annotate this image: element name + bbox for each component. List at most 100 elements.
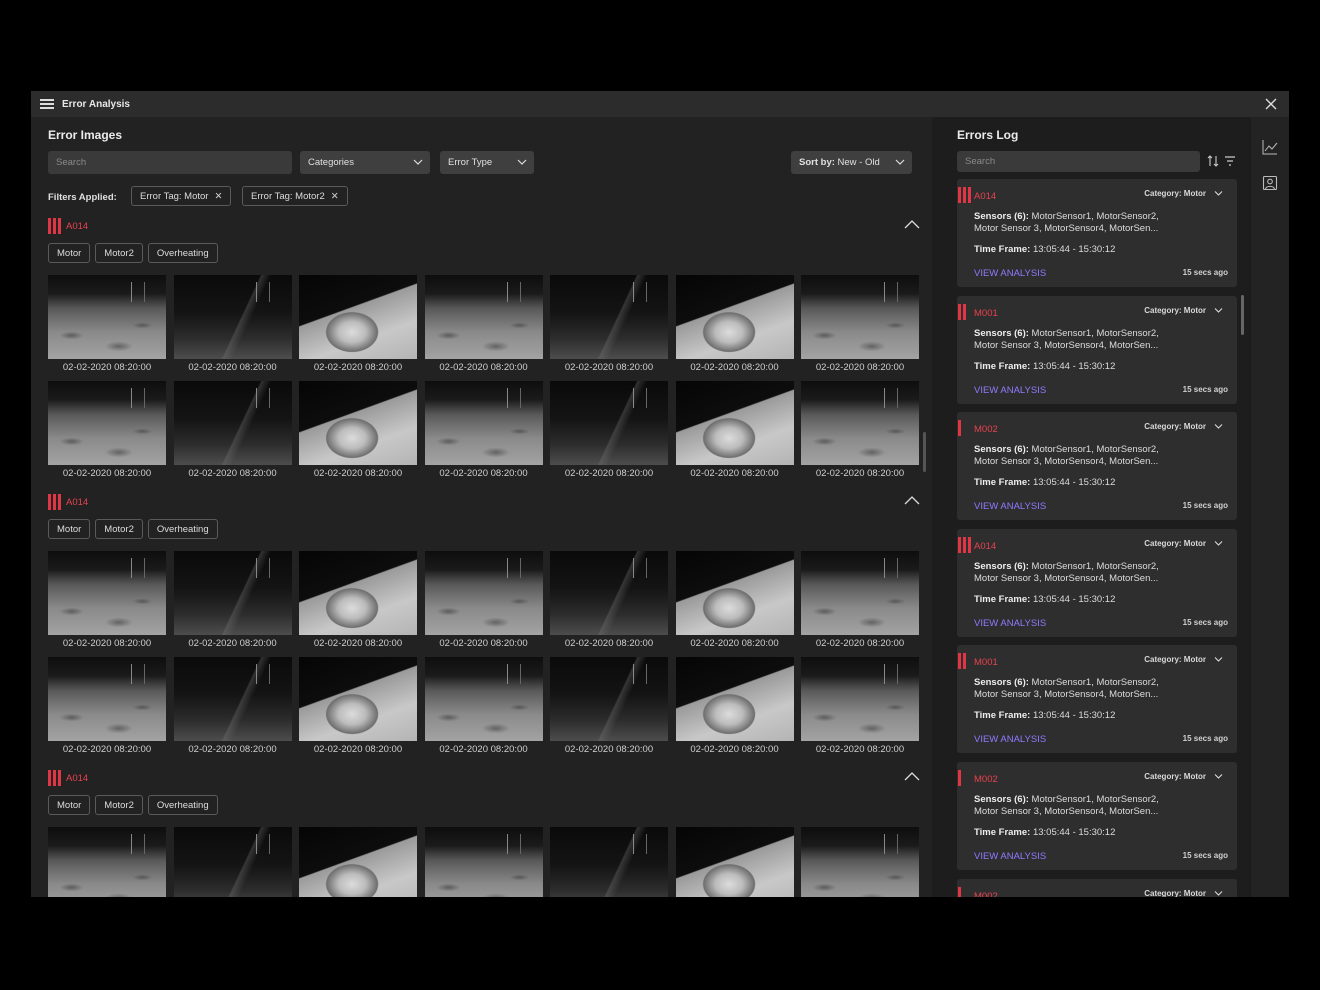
- chevron-down-icon: [517, 159, 527, 165]
- error-image-thumbnail[interactable]: [550, 657, 668, 741]
- image-timestamp: 02-02-2020 08:20:00: [188, 468, 277, 479]
- remove-filter-icon[interactable]: ✕: [214, 191, 222, 202]
- error-id: A014: [974, 191, 997, 202]
- log-search-input[interactable]: Search: [957, 151, 1200, 172]
- error-image-thumbnail[interactable]: [801, 827, 919, 897]
- error-image-thumbnail[interactable]: [299, 827, 417, 897]
- filter-icon[interactable]: [1224, 155, 1236, 167]
- severity-bars: [958, 653, 966, 670]
- error-type-dropdown[interactable]: Error Type: [440, 151, 534, 174]
- error-image-thumbnail[interactable]: [550, 381, 668, 465]
- chevron-down-icon[interactable]: [1214, 423, 1223, 430]
- tag-chip[interactable]: Overheating: [147, 243, 218, 263]
- image-timestamp: 02-02-2020 08:20:00: [690, 638, 779, 649]
- error-image-thumbnail[interactable]: [801, 275, 919, 359]
- categories-dropdown[interactable]: Categories: [300, 151, 430, 174]
- time-frame-value: 13:05:44 - 15:30:12: [1032, 244, 1116, 255]
- chevron-down-icon[interactable]: [1214, 540, 1223, 547]
- hamburger-icon[interactable]: [40, 99, 54, 109]
- remove-filter-icon[interactable]: ✕: [331, 191, 339, 202]
- error-image-thumbnail[interactable]: [424, 827, 543, 897]
- tag-chip[interactable]: Overheating: [147, 519, 218, 539]
- error-image-thumbnail[interactable]: [173, 381, 292, 465]
- profile-card-icon[interactable]: [1262, 175, 1278, 191]
- error-image-thumbnail[interactable]: [801, 657, 919, 741]
- error-image-thumbnail[interactable]: [675, 275, 794, 359]
- error-image-thumbnail[interactable]: [550, 827, 668, 897]
- error-image-thumbnail[interactable]: [424, 275, 543, 359]
- sort-icon[interactable]: [1207, 154, 1219, 168]
- image-search-input[interactable]: Search: [48, 151, 292, 174]
- view-analysis-link[interactable]: VIEW ANALYSIS: [974, 268, 1046, 279]
- view-analysis-link[interactable]: VIEW ANALYSIS: [974, 851, 1046, 862]
- error-image-thumbnail[interactable]: [424, 381, 543, 465]
- error-image-thumbnail[interactable]: [48, 657, 166, 741]
- lander-shape: [883, 663, 898, 684]
- error-image-thumbnail[interactable]: [675, 551, 794, 635]
- error-image-thumbnail[interactable]: [801, 551, 919, 635]
- chevron-up-icon[interactable]: [904, 495, 920, 505]
- time-frame: Time Frame: 13:05:44 - 15:30:12: [974, 827, 1115, 838]
- error-log-card: M001 Category: Motor Sensors (6): MotorSen…: [957, 295, 1237, 404]
- chevron-up-icon[interactable]: [904, 771, 920, 781]
- chevron-up-icon[interactable]: [904, 219, 920, 229]
- error-image-thumbnail[interactable]: [173, 551, 292, 635]
- sort-prefix: Sort by:: [799, 157, 835, 168]
- error-image-thumbnail[interactable]: [48, 551, 166, 635]
- image-card: 02-02-2020 08:20:00: [550, 827, 668, 897]
- error-image-thumbnail[interactable]: [550, 551, 668, 635]
- image-card: 02-02-2020 08:20:00: [801, 381, 919, 482]
- tag-chip[interactable]: Motor: [48, 795, 91, 815]
- lander-shape: [256, 663, 271, 684]
- image-timestamp: 02-02-2020 08:20:00: [313, 744, 403, 755]
- view-analysis-link[interactable]: VIEW ANALYSIS: [974, 385, 1046, 396]
- error-image-thumbnail[interactable]: [801, 381, 919, 465]
- chevron-down-icon[interactable]: [1214, 656, 1223, 663]
- error-image-thumbnail[interactable]: [675, 657, 794, 741]
- error-image-thumbnail[interactable]: [48, 275, 166, 359]
- chevron-down-icon[interactable]: [1214, 190, 1223, 197]
- images-scrollbar[interactable]: [923, 432, 926, 472]
- error-image-thumbnail[interactable]: [299, 381, 417, 465]
- line-chart-icon[interactable]: [1262, 139, 1278, 155]
- log-scrollbar[interactable]: [1241, 295, 1244, 335]
- view-analysis-link[interactable]: VIEW ANALYSIS: [974, 501, 1046, 512]
- view-analysis-link[interactable]: VIEW ANALYSIS: [974, 734, 1046, 745]
- chevron-down-icon[interactable]: [1214, 773, 1223, 780]
- chevron-down-icon[interactable]: [1214, 307, 1223, 314]
- error-image-thumbnail[interactable]: [675, 381, 794, 465]
- tag-chip[interactable]: Motor2: [95, 795, 143, 815]
- severity-bars: [958, 769, 961, 786]
- error-image-thumbnail[interactable]: [173, 275, 292, 359]
- error-image-thumbnail[interactable]: [48, 381, 166, 465]
- close-icon[interactable]: [1263, 96, 1279, 112]
- tag-chip[interactable]: Motor2: [95, 519, 143, 539]
- tag-chip[interactable]: Motor2: [95, 243, 143, 263]
- error-image-thumbnail[interactable]: [299, 275, 417, 359]
- window-title: Error Analysis: [62, 98, 130, 110]
- lander-shape: [883, 557, 898, 578]
- error-image-thumbnail[interactable]: [299, 657, 417, 741]
- image-card: 02-02-2020 08:20:00: [48, 381, 166, 482]
- filters-applied-label: Filters Applied:: [48, 192, 117, 203]
- error-image-thumbnail[interactable]: [550, 275, 668, 359]
- right-rail: [1250, 117, 1289, 897]
- error-image-thumbnail[interactable]: [173, 827, 292, 897]
- image-timestamp: 02-02-2020 08:20:00: [62, 362, 152, 373]
- tag-chip[interactable]: Overheating: [147, 795, 218, 815]
- time-frame: Time Frame: 13:05:44 - 15:30:12: [974, 594, 1115, 605]
- tag-chip[interactable]: Motor: [48, 243, 91, 263]
- error-image-thumbnail[interactable]: [173, 657, 292, 741]
- error-image-thumbnail[interactable]: [675, 827, 794, 897]
- tag-chip[interactable]: Motor: [48, 519, 91, 539]
- chevron-down-icon[interactable]: [1214, 890, 1223, 897]
- error-image-thumbnail[interactable]: [424, 551, 543, 635]
- sensors-summary: Sensors (6): MotorSensor1, MotorSensor2,…: [974, 794, 1184, 818]
- view-analysis-link[interactable]: VIEW ANALYSIS: [974, 618, 1046, 629]
- error-image-thumbnail[interactable]: [299, 551, 417, 635]
- error-image-thumbnail[interactable]: [48, 827, 166, 897]
- error-image-thumbnail[interactable]: [424, 657, 543, 741]
- sort-dropdown[interactable]: Sort by: New - Old: [791, 151, 912, 174]
- image-timestamp: 02-02-2020 08:20:00: [690, 468, 779, 479]
- error-type-label: Error Type: [448, 157, 493, 168]
